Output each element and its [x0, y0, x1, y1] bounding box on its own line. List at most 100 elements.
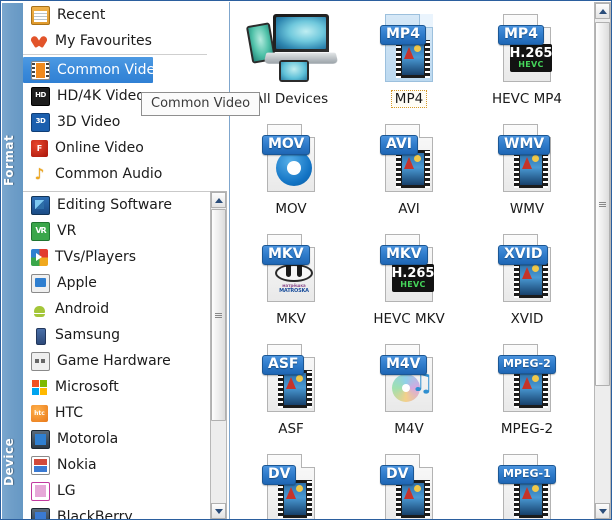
format-item-label: MOV — [275, 201, 307, 217]
file-icon: MPEG-2 — [498, 344, 556, 414]
format-badge: MPEG-1 — [498, 465, 556, 484]
sidebar-item-htc[interactable]: htc HTC — [23, 400, 211, 426]
nokia-icon — [31, 455, 50, 475]
sidebar-item-label: Online Video — [55, 140, 144, 156]
sidebar-item-common-audio[interactable]: ♪ Common Audio — [23, 161, 228, 187]
online-video-icon: F — [31, 139, 48, 157]
sidebar-item-label: VR — [57, 223, 77, 239]
file-icon: MOV — [262, 124, 320, 194]
sidebar-item-samsung[interactable]: Samsung — [23, 322, 211, 348]
format-item-icon: XVID — [498, 222, 556, 304]
filmstrip-art — [396, 40, 430, 78]
samsung-icon — [31, 327, 48, 345]
vertical-tab-device[interactable]: Device — [2, 422, 23, 502]
film-icon — [31, 60, 50, 80]
filmstrip-art — [514, 370, 548, 408]
format-item-icon: ASF — [262, 332, 320, 414]
sidebar-item-label: TVs/Players — [55, 249, 136, 265]
heart-icon — [31, 33, 48, 50]
sidebar-item-lg[interactable]: LG — [23, 478, 211, 504]
filmstrip-art — [278, 370, 312, 408]
sidebar-item-motorola[interactable]: Motorola — [23, 426, 211, 452]
sidebar-item-label: BlackBerry — [57, 509, 133, 520]
sidebar-item-android[interactable]: Android — [23, 296, 211, 322]
sidebar-item-label: HTC — [55, 405, 84, 421]
scroll-up-arrow[interactable] — [595, 3, 610, 19]
file-icon: DV — [380, 454, 438, 519]
page-fold-icon — [301, 454, 315, 468]
3d-icon: 3D — [31, 112, 50, 132]
format-badge: DV — [380, 465, 415, 485]
format-item-icon — [245, 2, 339, 84]
scroll-down-arrow[interactable] — [595, 503, 610, 519]
format-item-mpeg-1[interactable]: MPEG-1MPEG-1 — [468, 442, 586, 519]
vertical-tab-format[interactable]: Format — [2, 120, 23, 200]
page-fold-icon — [419, 124, 433, 138]
sidebar-item-label: Game Hardware — [57, 353, 171, 369]
scroll-down-arrow[interactable] — [211, 503, 226, 519]
sidebar-item-apple[interactable]: Apple — [23, 270, 211, 296]
sidebar-item-game-hardware[interactable]: Game Hardware — [23, 348, 211, 374]
format-badge: MOV — [262, 135, 311, 155]
file-icon: MP4 — [380, 14, 438, 84]
format-grid: All Devices MP4 MP4 H.265 HEVC MP4 HEVC MP4 MOV… — [230, 2, 594, 519]
sidebar-item-microsoft[interactable]: Microsoft — [23, 374, 211, 400]
scrollbar-thumb[interactable] — [211, 209, 226, 421]
format-item-dv-ntsc[interactable]: DVDV-NTSC — [232, 442, 350, 519]
sidebar-item-label: Recent — [57, 7, 106, 23]
file-icon: ♫ M4V — [380, 344, 438, 414]
sidebar-item-label: Samsung — [55, 327, 121, 343]
sidebar-item-label: Apple — [57, 275, 97, 291]
sidebar-item-vr[interactable]: VR VR — [23, 218, 211, 244]
sidebar-item-blackberry[interactable]: BlackBerry — [23, 504, 211, 520]
sidebar-item-editing-software[interactable]: Editing Software — [23, 192, 211, 218]
editing-software-icon — [31, 195, 50, 215]
format-item-icon: WMV — [498, 112, 556, 194]
sidebar-item-nokia[interactable]: Nokia — [23, 452, 211, 478]
microsoft-icon — [31, 379, 48, 396]
all-devices-icon — [245, 10, 339, 84]
format-picker-window: Format Device Recent My Favourites Commo… — [0, 0, 612, 520]
vr-icon: VR — [31, 221, 50, 241]
sidebar-item-label: Motorola — [57, 431, 119, 447]
sidebar-item-label: Editing Software — [57, 197, 172, 213]
filmstrip-art — [278, 480, 312, 518]
filmstrip-art — [396, 480, 430, 518]
format-item-label: ASF — [278, 421, 304, 437]
scrollbar-thumb[interactable] — [595, 22, 610, 386]
matroska-art: матрёшка MATROSKA — [272, 261, 316, 294]
format-item-label: HEVC MP4 — [491, 91, 562, 107]
format-item-icon: матрёшка MATROSKA MKV — [262, 222, 320, 304]
quicktime-art — [276, 150, 312, 186]
sidebar-item-label: Nokia — [57, 457, 97, 473]
sidebar-item-my-favourites[interactable]: My Favourites — [23, 28, 228, 54]
format-item-label: MP4 — [390, 90, 428, 108]
sidebar-scrollbar[interactable] — [210, 191, 227, 519]
format-item-icon: MOV — [262, 112, 320, 194]
scroll-up-arrow[interactable] — [211, 192, 226, 208]
sidebar-item-label: Android — [55, 301, 110, 317]
format-item-label: AVI — [398, 201, 420, 217]
android-icon — [31, 301, 48, 318]
sidebar-item-label: HD/4K Video — [57, 88, 145, 104]
apple-device-icon — [31, 273, 50, 293]
main-scrollbar[interactable] — [594, 2, 611, 519]
sidebar-item-common-video[interactable]: Common Video — [23, 57, 164, 83]
filmstrip-art — [514, 480, 548, 518]
format-item-label: M4V — [394, 421, 424, 437]
sidebar-item-recent[interactable]: Recent — [23, 2, 228, 28]
format-item-icon: H.265 HEVC MP4 — [498, 2, 556, 84]
strip-gap — [2, 2, 23, 3]
file-icon: WMV — [498, 124, 556, 194]
format-badge: M4V — [380, 355, 427, 375]
sidebar-item-tvs-players[interactable]: TVs/Players — [23, 244, 211, 270]
file-icon: MPEG-1 — [498, 454, 556, 519]
format-item-dv-pal[interactable]: DVDV-PAL — [350, 442, 468, 519]
format-badge: DV — [262, 465, 297, 485]
sidebar-item-online-video[interactable]: F Online Video — [23, 135, 228, 161]
sidebar-item-label: 3D Video — [57, 114, 121, 130]
filmstrip-art — [514, 260, 548, 298]
file-icon: H.265 HEVC MP4 — [498, 14, 556, 84]
sidebar-item-label: Common Audio — [55, 166, 163, 182]
format-item-label: MPEG-2 — [500, 421, 554, 437]
